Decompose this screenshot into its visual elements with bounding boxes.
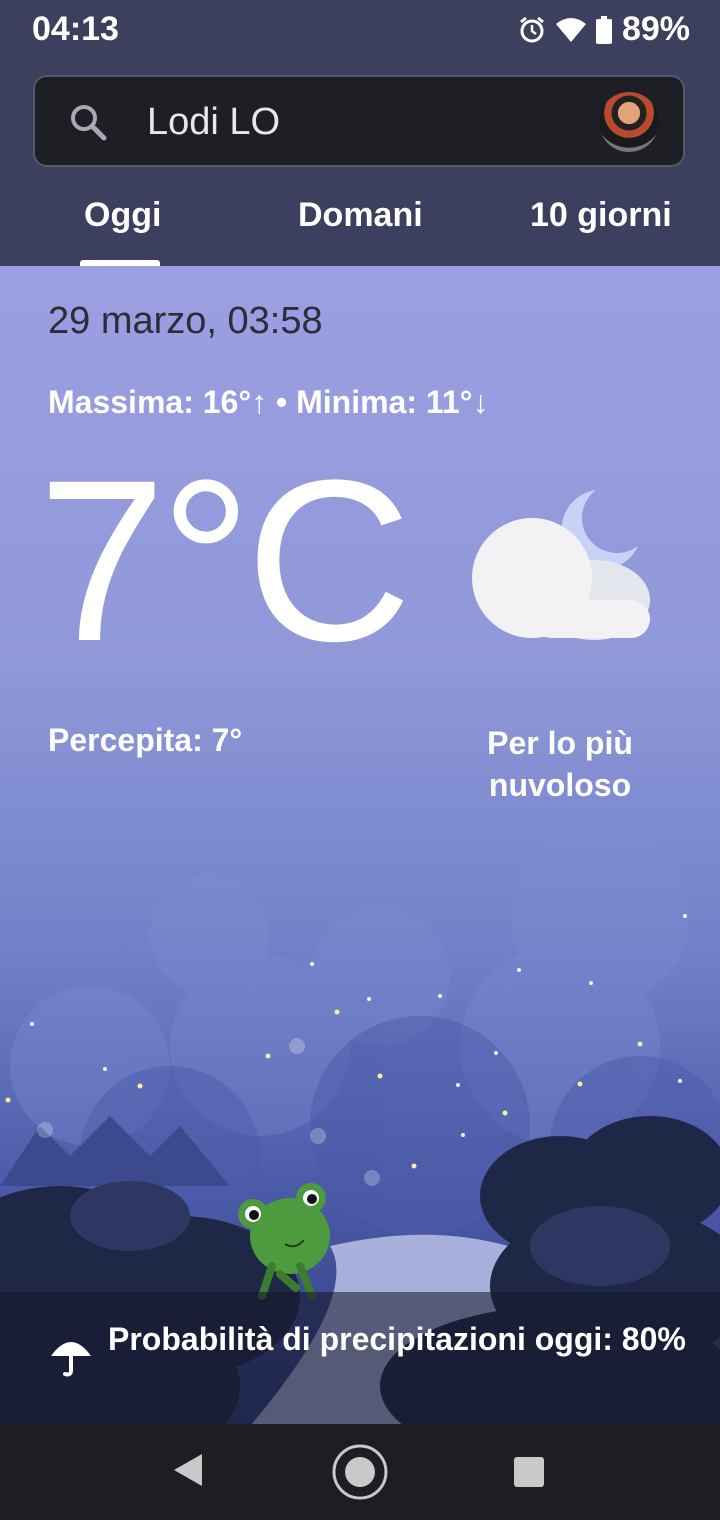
precipitation-bar: Probabilità di precipitazioni oggi: 80%	[0, 1292, 720, 1424]
status-icons: 89%	[518, 10, 690, 49]
battery-percent: 89%	[621, 10, 690, 48]
back-icon[interactable]	[172, 1452, 204, 1488]
weather-panel: 29 marzo, 03:58 Massima: 16°↑ • Minima: …	[0, 266, 720, 1424]
header: Lodi LO Oggi Domani 10 giorni	[0, 64, 720, 266]
umbrella-icon	[51, 1342, 91, 1377]
avatar[interactable]	[599, 92, 659, 152]
feels-like: Percepita: 7°	[48, 722, 243, 758]
tab-domani[interactable]: Domani	[298, 196, 423, 235]
recents-icon[interactable]	[514, 1457, 544, 1487]
search-location[interactable]: Lodi LO	[147, 101, 280, 144]
precipitation-probability: Probabilità di precipitazioni oggi: 80%	[108, 1321, 686, 1357]
home-icon[interactable]	[331, 1443, 389, 1501]
search-icon[interactable]	[69, 103, 107, 141]
partly-cloudy-night-icon	[472, 490, 650, 640]
tab-bar: Oggi Domani 10 giorni	[0, 192, 720, 266]
current-temperature: 7°C	[38, 432, 412, 689]
navigation-bar	[0, 1424, 720, 1520]
status-bar: 04:13 89%	[0, 0, 720, 64]
status-time: 04:13	[32, 10, 119, 48]
tab-oggi[interactable]: Oggi	[84, 196, 161, 235]
wifi-icon	[555, 17, 586, 42]
tab-10-giorni[interactable]: 10 giorni	[530, 196, 672, 235]
min-max-temperature: Massima: 16°↑ • Minima: 11°↓	[48, 384, 489, 420]
weather-datetime: 29 marzo, 03:58	[48, 300, 323, 342]
search-bar[interactable]: Lodi LO	[33, 75, 685, 167]
weather-condition: Per lo più nuvoloso	[487, 725, 633, 803]
alarm-icon	[520, 16, 544, 42]
battery-icon	[595, 15, 612, 44]
